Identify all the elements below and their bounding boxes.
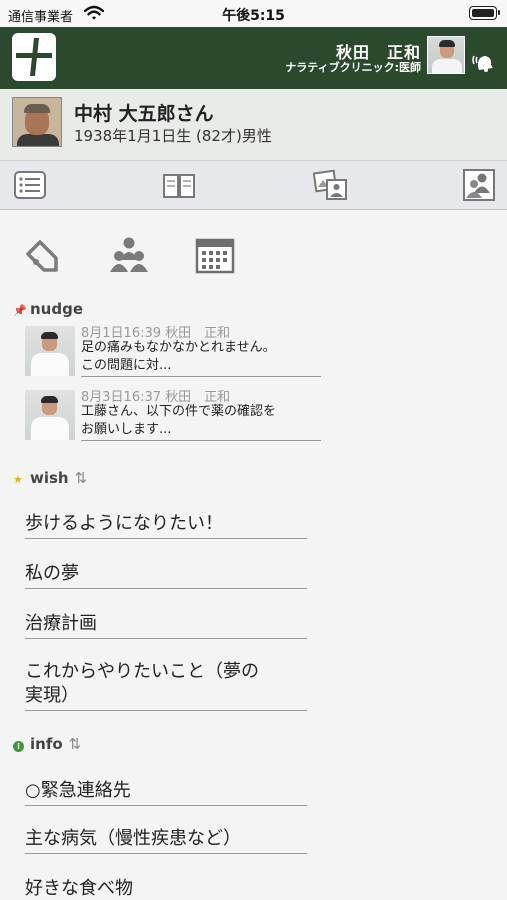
patient-details: 1938年1月1日生 (82才)男性 xyxy=(74,127,272,145)
message-text: 足の痛みもなかなかとれません。 この問題に対... xyxy=(81,339,321,377)
nudge-message[interactable]: 8月1日16:39 秋田 正和 足の痛みもなかなかとれません。 この問題に対..… xyxy=(25,326,321,380)
wish-item[interactable]: 私の夢 xyxy=(25,562,307,589)
patient-name: 中村 大五郎さん xyxy=(74,103,214,125)
clinic-role: ナラティブクリニック:医師 xyxy=(285,61,421,74)
group-icon[interactable] xyxy=(108,234,150,276)
nudge-message[interactable]: 8月3日16:37 秋田 正和 工藤さん、以下の件で薬の確認を お願いします..… xyxy=(25,390,321,444)
main-content: 📌 nudge 8月1日16:39 秋田 正和 足の痛みもなかなかとれません。 こ… xyxy=(0,210,507,900)
sort-icon[interactable]: ⇅ xyxy=(69,735,82,753)
calendar-icon[interactable] xyxy=(194,234,236,276)
wish-section-header: ★ wish ⇅ xyxy=(13,469,87,487)
doctor-thumbnail xyxy=(25,390,75,440)
app-header: 秋田 正和 ナラティブクリニック:医師 xyxy=(0,27,507,89)
wish-item[interactable]: 歩けるようになりたい！ xyxy=(25,512,307,539)
info-item[interactable]: ○緊急連絡先 xyxy=(25,779,307,806)
info-icon: i xyxy=(13,739,27,752)
clock: 午後5:15 xyxy=(222,8,285,24)
status-bar: 通信事業者 午後5:15 xyxy=(0,0,507,28)
wish-title: wish xyxy=(30,469,69,487)
patient-avatar[interactable] xyxy=(12,97,62,147)
info-item[interactable]: 好きな食べ物 xyxy=(25,877,307,900)
pin-icon: 📌 xyxy=(13,304,27,317)
wish-item[interactable]: これからやりたいこと（夢の 実現） xyxy=(25,660,307,711)
wish-item[interactable]: 治療計画 xyxy=(25,612,307,639)
battery-icon xyxy=(469,6,500,20)
doctor-avatar[interactable] xyxy=(427,36,465,74)
photo-person-icon[interactable] xyxy=(313,167,349,203)
message-text: 工藤さん、以下の件で薬の確認を お願いします... xyxy=(81,403,321,441)
patient-header: 中村 大五郎さん 1938年1月1日生 (82才)男性 xyxy=(0,89,507,161)
star-icon: ★ xyxy=(13,473,23,486)
info-item[interactable]: 主な病気（慢性疾患など） xyxy=(25,827,307,854)
list-icon[interactable] xyxy=(12,167,48,203)
info-section-header: i info ⇅ xyxy=(13,735,81,753)
sort-icon[interactable]: ⇅ xyxy=(75,469,88,487)
nudge-section-header: 📌 nudge xyxy=(13,300,83,318)
people-icon[interactable] xyxy=(462,167,498,203)
tag-icon[interactable] xyxy=(22,234,64,276)
notification-icon[interactable] xyxy=(469,47,497,75)
nudge-title: nudge xyxy=(30,300,84,318)
info-title: info xyxy=(30,735,63,753)
tab-bar xyxy=(0,161,507,210)
book-icon[interactable] xyxy=(161,167,197,203)
doctor-thumbnail xyxy=(25,326,75,376)
app-logo[interactable] xyxy=(12,33,56,81)
